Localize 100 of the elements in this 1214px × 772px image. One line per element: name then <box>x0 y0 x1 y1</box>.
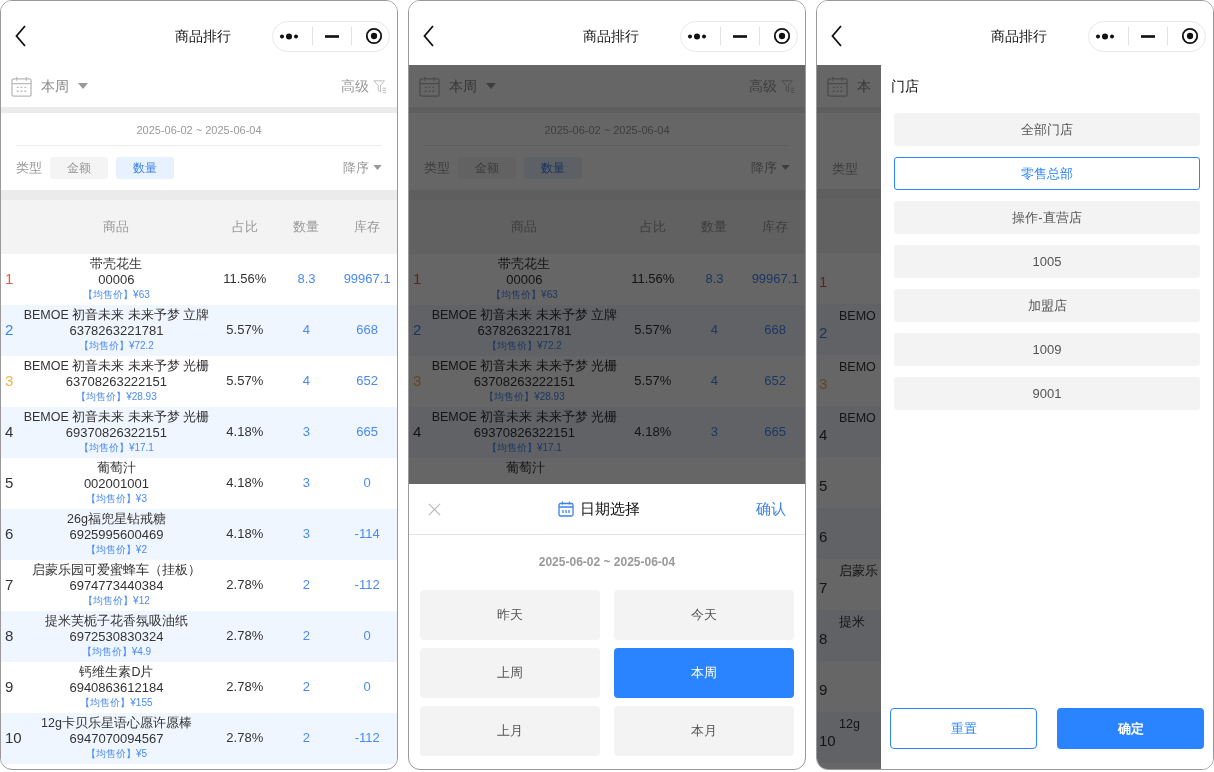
quantity-value: 3 <box>709 423 720 442</box>
product-name: 26g福兜星钻戒糖 <box>67 510 166 527</box>
type-option[interactable]: 金额 <box>50 156 108 179</box>
back-icon[interactable] <box>15 25 27 47</box>
back-icon[interactable] <box>423 25 435 47</box>
rank-number: 6 <box>819 527 828 547</box>
reset-button[interactable]: 重置 <box>890 708 1037 749</box>
date-range: 2025-06-02 ~ 2025-06-04 <box>135 123 263 138</box>
period-option[interactable]: 昨天 <box>420 590 600 640</box>
period-option[interactable]: 上周 <box>420 648 600 698</box>
store-option[interactable]: 1009 <box>894 333 1200 366</box>
caret-icon[interactable] <box>373 165 382 170</box>
share-value: 11.56% <box>222 270 268 289</box>
sheet-title: 日期选择 <box>579 498 640 519</box>
section-separator <box>817 189 881 199</box>
confirm-button[interactable]: 确认 <box>756 497 786 521</box>
stock-value: -112 <box>353 576 381 595</box>
store-option[interactable]: 1005 <box>894 245 1200 278</box>
period-selector[interactable]: 本周 <box>41 75 69 97</box>
minimize-icon[interactable] <box>1140 34 1155 38</box>
product-code: 6925995600469 <box>69 526 164 543</box>
product-code: 6378263221781 <box>477 322 572 339</box>
rank-number: 8 <box>4 625 15 646</box>
close-app-icon[interactable] <box>772 27 791 45</box>
rank-number: 5 <box>819 476 828 496</box>
rank-number: 4 <box>4 421 15 442</box>
rank-number: 2 <box>412 319 423 340</box>
share-value: 4.18% <box>225 423 265 442</box>
average-price: 【均售价】¥2 <box>85 542 147 556</box>
period-option[interactable]: 本月 <box>614 706 794 756</box>
period-option[interactable]: 今天 <box>614 590 794 640</box>
more-icon[interactable] <box>1095 32 1116 40</box>
store-option[interactable]: 全部门店 <box>894 113 1200 146</box>
rank-number: 1 <box>412 268 423 289</box>
minimize-icon[interactable] <box>324 34 339 38</box>
more-icon[interactable] <box>279 32 300 40</box>
back-icon[interactable] <box>831 25 843 47</box>
share-value: 5.57% <box>225 372 265 391</box>
rank-number: 6 <box>4 523 15 544</box>
product-name: BEMO <box>839 410 876 427</box>
column-header: 数量 <box>292 217 321 236</box>
stock-value: 652 <box>763 372 787 391</box>
store-option[interactable]: 9001 <box>894 377 1200 410</box>
product-name: 启蒙乐 <box>839 563 878 580</box>
type-option[interactable]: 数量 <box>524 156 582 179</box>
product-name: BEMO <box>839 359 876 376</box>
column-header: 占比 <box>230 217 259 236</box>
product-code: 69370826322151 <box>65 424 168 441</box>
product-name: BEMOE 初音未来 未来予梦 光栅 <box>23 408 210 425</box>
average-price: 【均售价】¥17.1 <box>78 440 154 454</box>
quantity-value: 2 <box>301 576 312 595</box>
share-value: 2.78% <box>225 678 265 697</box>
caret-icon[interactable] <box>78 83 88 89</box>
product-name: BEMOE 初音未来 未来予梦 光栅 <box>431 408 618 425</box>
page-title: 商品排行 <box>173 26 232 46</box>
product-name: 葡萄汁 <box>505 459 545 476</box>
rank-number: 9 <box>819 680 828 700</box>
close-app-icon[interactable] <box>1180 27 1199 45</box>
stock-value: 665 <box>355 423 379 442</box>
store-option[interactable]: 加盟店 <box>894 289 1200 322</box>
period-option[interactable]: 本周 <box>614 648 794 698</box>
product-name: 提米 <box>839 614 865 631</box>
product-name: 带壳花生 <box>90 255 143 272</box>
product-code: 6378263221781 <box>69 322 164 339</box>
page-title: 商品排行 <box>989 26 1048 46</box>
product-name: BEMOE 初音未来 未来予梦 立牌 <box>23 306 210 323</box>
column-header: 商品 <box>102 217 131 236</box>
rank-number: 7 <box>4 574 15 595</box>
stock-value: -112 <box>353 729 381 748</box>
rank-number: 1 <box>4 268 15 289</box>
share-value: 4.18% <box>225 525 265 544</box>
share-value: 2.78% <box>225 627 265 646</box>
sort-selector[interactable]: 降序 <box>343 157 369 178</box>
column-header: 库存 <box>353 217 382 236</box>
quantity-value: 8.3 <box>296 270 317 289</box>
page-title: 商品排行 <box>581 26 640 46</box>
product-name: 带壳花生 <box>498 255 551 272</box>
rank-number: 3 <box>412 370 423 391</box>
average-price: 【均售价】¥4.9 <box>81 644 152 658</box>
store-option[interactable]: 操作-直营店 <box>894 201 1200 234</box>
product-code: 63708263222151 <box>65 373 168 390</box>
rank-number: 7 <box>819 578 828 598</box>
period-option[interactable]: 上月 <box>420 706 600 756</box>
more-icon[interactable] <box>687 32 708 40</box>
stock-value: 665 <box>763 423 787 442</box>
advanced-button[interactable]: 高级 <box>341 75 369 97</box>
minimize-icon[interactable] <box>732 34 747 38</box>
average-price: 【均售价】¥12 <box>83 593 150 607</box>
average-price: 【均售价】¥72.2 <box>78 338 154 352</box>
store-option[interactable]: 零售总部 <box>894 157 1200 190</box>
product-code: 6947070094567 <box>69 730 164 747</box>
ok-button[interactable]: 确定 <box>1057 708 1204 749</box>
close-app-icon[interactable] <box>364 27 383 45</box>
rank-number: 2 <box>4 319 15 340</box>
type-option[interactable]: 数量 <box>116 156 174 179</box>
quantity-value: 3 <box>301 423 312 442</box>
product-name: 葡萄汁 <box>96 459 136 476</box>
rank-number: 4 <box>819 425 828 445</box>
type-label: 类型 <box>16 158 42 177</box>
calendar-icon <box>557 501 574 517</box>
